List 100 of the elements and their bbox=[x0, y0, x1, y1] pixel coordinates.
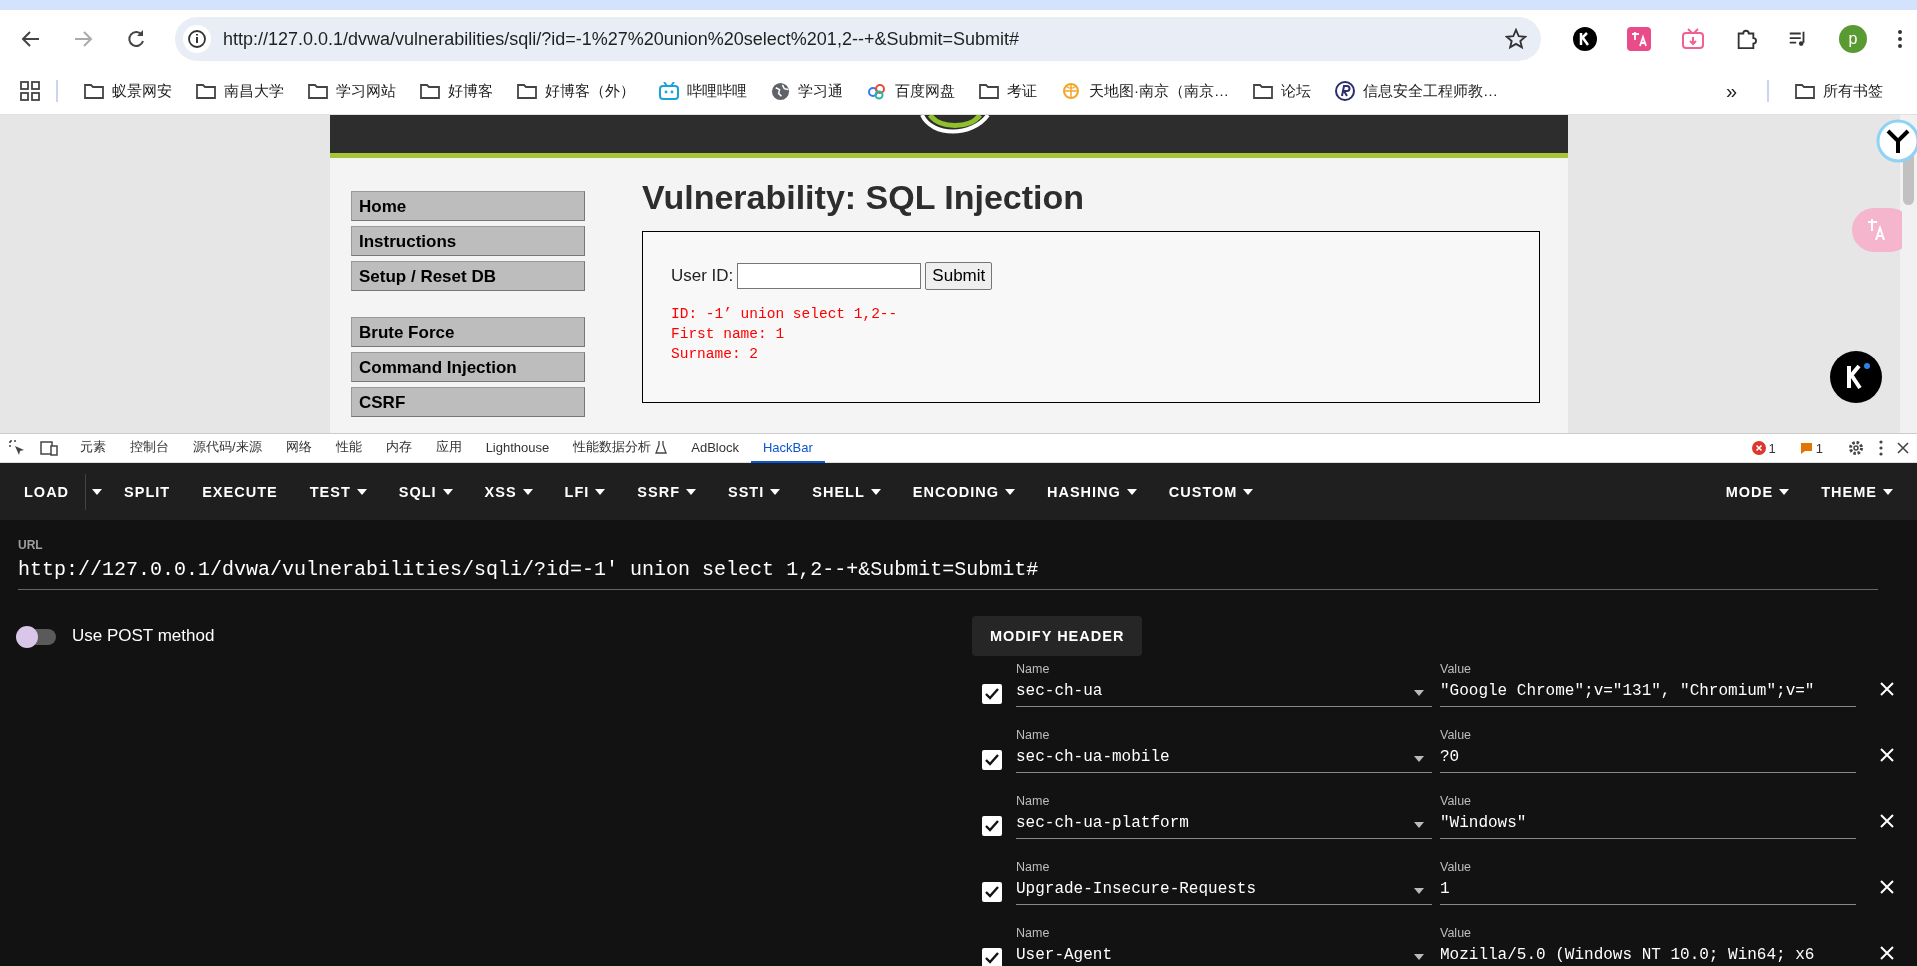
header-value-field[interactable]: Value 1 bbox=[1440, 854, 1856, 905]
header-name-field[interactable]: Name sec-ch-ua-mobile bbox=[1016, 722, 1432, 773]
star-icon[interactable] bbox=[1505, 28, 1527, 50]
more-bookmarks-button[interactable]: » bbox=[1715, 75, 1747, 107]
nav-item[interactable]: Brute Force bbox=[351, 317, 585, 347]
menu-button[interactable]: ENCODING bbox=[896, 473, 1031, 510]
k-logo-icon[interactable] bbox=[1573, 27, 1597, 51]
nav-item[interactable]: Home bbox=[351, 191, 585, 221]
devtools-tab[interactable]: 控制台 bbox=[118, 433, 181, 463]
url-field[interactable]: http://127.0.0.1/dvwa/vulnerabilities/sqli/?id=-1' union select 1,2--+&Submit=Submit# bbox=[18, 552, 1878, 590]
settings-icon[interactable] bbox=[1847, 439, 1865, 457]
caret-icon bbox=[356, 488, 367, 495]
menu-button[interactable]: HASHING bbox=[1030, 473, 1153, 510]
menu-button[interactable]: SQLI bbox=[382, 473, 469, 510]
nav-item[interactable]: Command Injection bbox=[351, 352, 585, 382]
nav-item[interactable]: Setup / Reset DB bbox=[351, 261, 585, 291]
menu-button[interactable]: SSRF bbox=[621, 473, 713, 510]
nav-item[interactable]: Instructions bbox=[351, 226, 585, 256]
folder-icon bbox=[1253, 83, 1273, 99]
menu-button[interactable]: CUSTOM bbox=[1152, 473, 1270, 510]
header-checkbox[interactable] bbox=[982, 684, 1002, 704]
header-checkbox[interactable] bbox=[982, 816, 1002, 836]
address-bar[interactable]: http://127.0.0.1/dvwa/vulnerabilities/sqli/?id=-1%27%20union%20select%201,2--+&Submit=Submit# bbox=[175, 17, 1541, 61]
folder-icon bbox=[308, 83, 328, 99]
caret-icon bbox=[442, 488, 453, 495]
bookmark[interactable]: 蚁景网安 bbox=[74, 75, 182, 107]
more-icon[interactable] bbox=[1897, 28, 1903, 50]
menu-button[interactable]: XSS bbox=[468, 473, 549, 510]
url-text: http://127.0.0.1/dvwa/vulnerabilities/sqli/?id=-1%27%20union%20select%201,2--+&Submit=Submit# bbox=[223, 28, 1020, 50]
info-icon bbox=[183, 25, 211, 53]
bookmark[interactable]: 南昌大学 bbox=[186, 75, 294, 107]
caret-icon bbox=[770, 488, 781, 495]
warning-icon bbox=[1799, 441, 1813, 455]
toolbar-button[interactable]: SPLIT bbox=[108, 473, 187, 510]
bookmark[interactable]: 所有书签 bbox=[1785, 75, 1893, 107]
menu-button[interactable]: LFI bbox=[548, 473, 622, 510]
bookmark[interactable]: 信息安全工程师教… bbox=[1325, 75, 1508, 107]
submit-button[interactable]: Submit bbox=[925, 262, 993, 290]
devtools-tab[interactable]: 性能 bbox=[323, 433, 374, 463]
more-icon[interactable] bbox=[1879, 440, 1883, 456]
menu-button[interactable]: SHELL bbox=[796, 473, 897, 510]
header-name-field[interactable]: Name sec-ch-ua bbox=[1016, 656, 1432, 707]
bookmark[interactable]: 考证 bbox=[969, 75, 1047, 107]
extensions-icon[interactable] bbox=[1735, 28, 1757, 50]
result-line: ID: -1’ union select 1,2-- bbox=[671, 305, 899, 324]
bookmark[interactable]: 好博客（外） bbox=[507, 75, 645, 107]
bookmark[interactable]: 哔哩哔哩 bbox=[649, 75, 757, 107]
bookmark[interactable]: 天地图·南京（南京… bbox=[1051, 75, 1239, 107]
bookmark[interactable]: 学习网站 bbox=[298, 75, 406, 107]
menu-button[interactable]: SSTI bbox=[712, 473, 797, 510]
devtools-tab[interactable]: AdBlock bbox=[679, 433, 751, 463]
header-value-field[interactable]: Value Mozilla/5.0 (Windows NT 10.0; Win64; x6 bbox=[1440, 920, 1856, 966]
close-icon[interactable] bbox=[1897, 442, 1909, 454]
translate-icon[interactable] bbox=[1627, 27, 1651, 51]
header-value-field[interactable]: Value "Google Chrome";v="131", "Chromium";v=" bbox=[1440, 656, 1856, 707]
header-checkbox[interactable] bbox=[982, 750, 1002, 770]
back-icon[interactable] bbox=[21, 29, 42, 49]
bookmark[interactable]: 百度网盘 bbox=[857, 75, 965, 107]
devtools-tab[interactable]: 内存 bbox=[373, 433, 424, 463]
devtools-tab[interactable]: 元素 bbox=[68, 433, 118, 463]
bookmark[interactable]: 论坛 bbox=[1243, 75, 1321, 107]
extension-icon[interactable] bbox=[1876, 119, 1917, 163]
k-logo-icon[interactable] bbox=[1830, 351, 1882, 403]
devtools-tab[interactable]: 性能数据分析 bbox=[561, 433, 680, 463]
devtools-tab[interactable]: Lighthouse bbox=[473, 433, 562, 463]
nav-item[interactable]: CSRF bbox=[351, 387, 585, 417]
header-name-field[interactable]: Name User-Agent bbox=[1016, 920, 1432, 966]
user-id-field[interactable] bbox=[737, 263, 922, 289]
load-button[interactable]: LOAD bbox=[8, 473, 86, 510]
header-value-field[interactable]: Value "Windows" bbox=[1440, 788, 1856, 839]
tv-icon[interactable] bbox=[1681, 28, 1705, 50]
bookmark[interactable]: 学习通 bbox=[761, 75, 853, 107]
apps-icon[interactable] bbox=[20, 81, 40, 101]
error-count[interactable]: 1 bbox=[1751, 440, 1776, 456]
header-name-field[interactable]: Name sec-ch-ua-platform bbox=[1016, 788, 1432, 839]
modify-header-button[interactable]: MODIFY HEADER bbox=[972, 616, 1143, 656]
reload-icon[interactable] bbox=[125, 29, 146, 49]
header-value-field[interactable]: Value ?0 bbox=[1440, 722, 1856, 773]
result-line: First name: 1 bbox=[671, 325, 786, 344]
field-label: User ID: bbox=[671, 266, 734, 286]
caret-icon bbox=[686, 488, 697, 495]
header-name-field[interactable]: Name Upgrade-Insecure-Requests bbox=[1016, 854, 1432, 905]
device-icon[interactable] bbox=[40, 439, 58, 457]
menu-button[interactable]: TEST bbox=[293, 473, 383, 510]
caret-icon bbox=[870, 488, 881, 495]
warning-count[interactable]: 1 bbox=[1799, 440, 1823, 456]
menu-button[interactable]: MODE bbox=[1709, 473, 1806, 510]
bookmark[interactable]: 好博客 bbox=[410, 75, 503, 107]
devtools-tab[interactable]: 网络 bbox=[273, 433, 324, 463]
devtools-tab[interactable]: 源代码/来源 bbox=[181, 433, 274, 463]
header-checkbox[interactable] bbox=[982, 882, 1002, 902]
globe-icon bbox=[771, 81, 790, 101]
flask-icon bbox=[655, 440, 668, 454]
folder-icon bbox=[1795, 83, 1815, 99]
menu-button[interactable]: THEME bbox=[1805, 473, 1909, 510]
inspect-icon[interactable] bbox=[8, 439, 26, 457]
post-toggle[interactable] bbox=[18, 629, 56, 645]
devtools-tab[interactable]: 应用 bbox=[423, 433, 474, 463]
header-checkbox[interactable] bbox=[982, 948, 1002, 966]
toolbar-button[interactable]: EXECUTE bbox=[186, 473, 294, 510]
